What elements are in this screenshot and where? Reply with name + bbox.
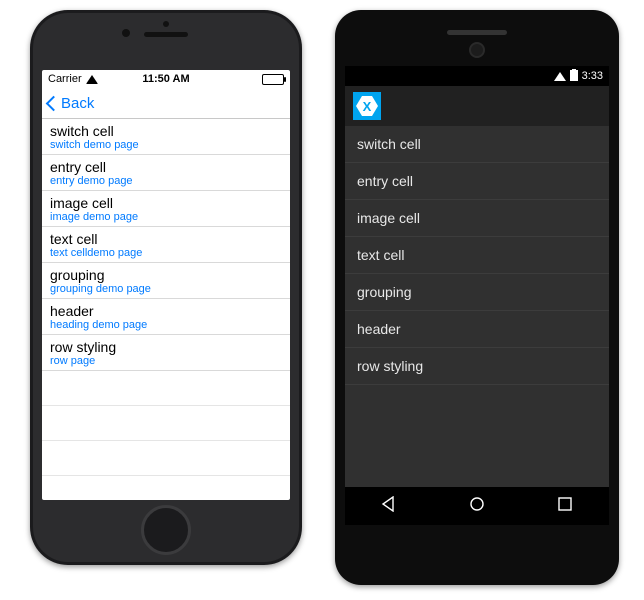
cell-title: text cell xyxy=(50,231,282,247)
status-time: 11:50 AM xyxy=(127,73,206,85)
iphone-camera xyxy=(122,29,130,37)
recent-apps-button[interactable] xyxy=(557,496,573,517)
cell-title: entry cell xyxy=(50,159,282,175)
status-time: 3:33 xyxy=(582,70,603,82)
list-item[interactable]: grouping grouping demo page xyxy=(42,263,290,299)
battery-icon xyxy=(262,74,284,85)
android-camera xyxy=(469,42,485,58)
cell-title: grouping xyxy=(50,267,282,283)
list-item[interactable]: row styling xyxy=(345,348,609,385)
iphone-device-frame: Carrier 11:50 AM Back switch cell switch… xyxy=(30,10,302,565)
home-button[interactable] xyxy=(469,496,485,517)
wifi-icon xyxy=(554,72,566,81)
cell-title: header xyxy=(50,303,282,319)
cell-subtitle: heading demo page xyxy=(50,319,282,331)
android-screen: 3:33 X switch cell entry cell image cell… xyxy=(345,66,609,525)
ios-navigation-bar: Back xyxy=(42,88,290,119)
list-item[interactable]: switch cell switch demo page xyxy=(42,119,290,155)
carrier-label: Carrier xyxy=(48,73,82,85)
list-item[interactable]: entry cell entry demo page xyxy=(42,155,290,191)
cell-title: grouping xyxy=(357,284,412,300)
chevron-left-icon xyxy=(46,95,62,111)
wifi-icon xyxy=(86,75,98,84)
list-item[interactable]: header heading demo page xyxy=(42,299,290,335)
cell-title: row styling xyxy=(50,339,282,355)
android-status-bar: 3:33 xyxy=(345,66,609,86)
back-label: Back xyxy=(61,95,94,112)
cell-subtitle: row page xyxy=(50,355,282,367)
list-item[interactable]: header xyxy=(345,311,609,348)
android-action-bar: X xyxy=(345,86,609,126)
list-item[interactable]: switch cell xyxy=(345,126,609,163)
list-item[interactable]: entry cell xyxy=(345,163,609,200)
battery-icon xyxy=(570,69,578,84)
cell-title: image cell xyxy=(50,195,282,211)
cell-title: row styling xyxy=(357,358,423,374)
svg-text:X: X xyxy=(363,99,372,114)
xamarin-logo-icon: X xyxy=(353,92,381,120)
cell-subtitle: entry demo page xyxy=(50,175,282,187)
list-item[interactable]: image cell xyxy=(345,200,609,237)
list-item[interactable]: text cell xyxy=(345,237,609,274)
list-item[interactable]: grouping xyxy=(345,274,609,311)
back-button[interactable]: Back xyxy=(48,95,94,112)
android-nav-bar xyxy=(345,487,609,525)
back-button[interactable] xyxy=(381,496,397,517)
iphone-sensor xyxy=(163,21,169,27)
cell-title: entry cell xyxy=(357,173,413,189)
empty-row xyxy=(42,476,290,500)
cell-subtitle: grouping demo page xyxy=(50,283,282,295)
empty-row xyxy=(42,406,290,441)
home-button[interactable] xyxy=(141,505,191,555)
cell-subtitle: switch demo page xyxy=(50,139,282,151)
cell-title: switch cell xyxy=(357,136,421,152)
cell-title: text cell xyxy=(357,247,404,263)
cell-subtitle: image demo page xyxy=(50,211,282,223)
iphone-speaker xyxy=(144,32,188,37)
empty-row xyxy=(42,441,290,476)
cell-title: header xyxy=(357,321,401,337)
ios-table-view[interactable]: switch cell switch demo page entry cell … xyxy=(42,119,290,500)
ios-status-bar: Carrier 11:50 AM xyxy=(42,70,290,88)
android-list-view[interactable]: switch cell entry cell image cell text c… xyxy=(345,126,609,385)
android-speaker xyxy=(447,30,507,35)
list-item[interactable]: image cell image demo page xyxy=(42,191,290,227)
cell-title: switch cell xyxy=(50,123,282,139)
iphone-screen: Carrier 11:50 AM Back switch cell switch… xyxy=(42,70,290,500)
cell-subtitle: text celldemo page xyxy=(50,247,282,259)
cell-title: image cell xyxy=(357,210,420,226)
list-item[interactable]: row styling row page xyxy=(42,335,290,371)
empty-row xyxy=(42,371,290,406)
list-item[interactable]: text cell text celldemo page xyxy=(42,227,290,263)
android-device-frame: 3:33 X switch cell entry cell image cell… xyxy=(335,10,619,585)
